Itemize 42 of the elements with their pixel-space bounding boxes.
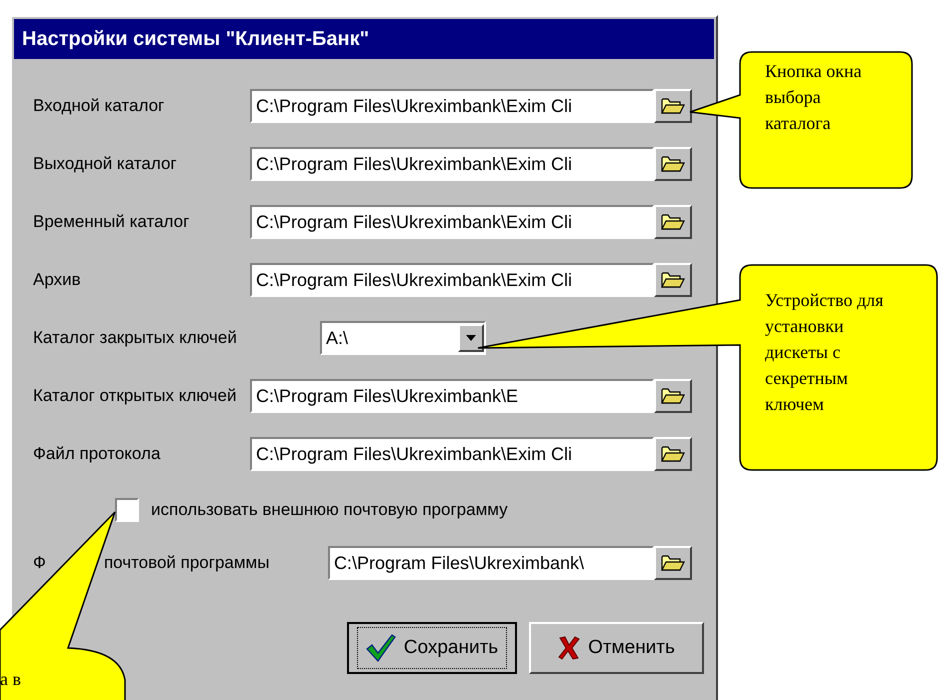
mail-checkbox[interactable]: [115, 498, 139, 522]
cancel-button[interactable]: Отменить: [529, 622, 704, 674]
folder-icon: [661, 97, 685, 115]
dropdown-arrow-icon: [466, 335, 476, 341]
browse-button[interactable]: [654, 205, 692, 239]
field-label: Входной каталог: [33, 95, 166, 118]
field-label: Каталог открытых ключей: [33, 385, 238, 408]
cross-icon: [558, 636, 580, 660]
path-field[interactable]: C:\Program Files\Ukreximbank\Exim Cli: [250, 437, 654, 471]
folder-icon: [661, 445, 685, 463]
path-field[interactable]: C:\Program Files\Ukreximbank\: [328, 546, 654, 580]
field-label: Файл протокола: [33, 443, 162, 466]
browse-button[interactable]: [654, 437, 692, 471]
folder-icon: [661, 554, 685, 572]
field-label: Ф: [33, 552, 46, 574]
checkbox-label: использовать внешнюю почтовую программу: [151, 499, 508, 522]
folder-icon: [661, 387, 685, 405]
callout-text: Устройство для установки дискеты с секретным ключем: [765, 289, 884, 416]
field-label: Выходной каталог: [33, 153, 178, 176]
field-label: почтовой программы: [104, 552, 270, 574]
path-field[interactable]: C:\Program Files\Ukreximbank\E: [250, 379, 654, 413]
folder-icon: [661, 155, 685, 173]
save-button[interactable]: Сохранить: [347, 622, 517, 674]
callout-text: Кнопка окна выбора каталога: [765, 60, 863, 135]
browse-button[interactable]: [654, 89, 692, 123]
field-label: Каталог закрытых ключей: [33, 327, 238, 350]
folder-icon: [661, 271, 685, 289]
path-field[interactable]: C:\Program Files\Ukreximbank\Exim Cli: [250, 147, 654, 181]
drive-dropdown[interactable]: A:\: [320, 321, 486, 355]
browse-button[interactable]: [654, 379, 692, 413]
browse-button[interactable]: [654, 546, 692, 580]
callout-text: а в: [0, 668, 21, 691]
browse-button[interactable]: [654, 147, 692, 181]
path-field[interactable]: C:\Program Files\Ukreximbank\Exim Cli: [250, 89, 654, 123]
path-field[interactable]: C:\Program Files\Ukreximbank\Exim Cli: [250, 263, 654, 297]
checkmark-icon: [366, 634, 396, 662]
folder-icon: [661, 213, 685, 231]
field-label: Архив: [33, 269, 82, 292]
window-title: Настройки системы "Клиент-Банк": [14, 19, 714, 59]
browse-button[interactable]: [654, 263, 692, 297]
path-field[interactable]: C:\Program Files\Ukreximbank\Exim Cli: [250, 205, 654, 239]
field-label: Временный каталог: [33, 211, 190, 234]
